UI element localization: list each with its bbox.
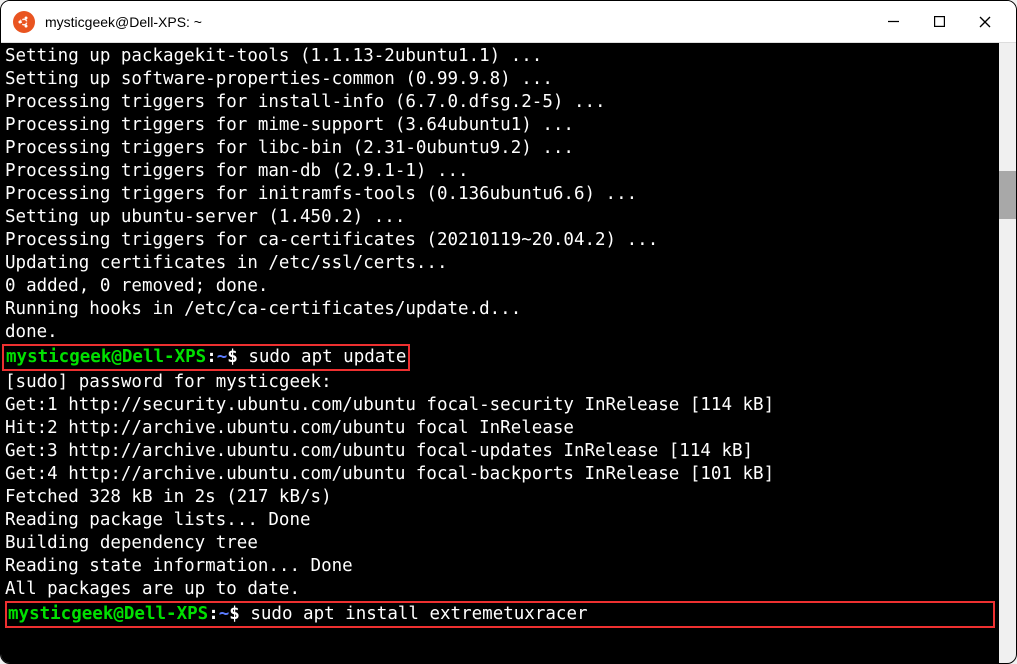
window-controls xyxy=(870,6,1008,38)
terminal-body[interactable]: Setting up packagekit-tools (1.1.13-2ubu… xyxy=(1,43,1016,663)
output-line: Processing triggers for libc-bin (2.31-0… xyxy=(5,137,995,160)
output-line: Fetched 328 kB in 2s (217 kB/s) xyxy=(5,486,995,509)
output-line: Get:1 http://security.ubuntu.com/ubuntu … xyxy=(5,394,995,417)
output-line: Get:3 http://archive.ubuntu.com/ubuntu f… xyxy=(5,440,995,463)
highlight-cmd-install: mysticgeek@Dell-XPS:~$ sudo apt install … xyxy=(5,601,995,628)
prompt-path: ~ xyxy=(219,604,230,624)
output-line: Hit:2 http://archive.ubuntu.com/ubuntu f… xyxy=(5,417,995,440)
output-line: Setting up packagekit-tools (1.1.13-2ubu… xyxy=(5,45,995,68)
output-line: Processing triggers for install-info (6.… xyxy=(5,91,995,114)
window-title: mysticgeek@Dell-XPS: ~ xyxy=(45,14,870,30)
output-line: done. xyxy=(5,321,995,344)
maximize-button[interactable] xyxy=(916,6,962,38)
output-line: Processing triggers for ca-certificates … xyxy=(5,229,995,252)
output-line: Setting up software-properties-common (0… xyxy=(5,68,995,91)
output-line: Running hooks in /etc/ca-certificates/up… xyxy=(5,298,995,321)
scrollbar-thumb[interactable] xyxy=(999,171,1016,219)
output-line: [sudo] password for mysticgeek: xyxy=(5,371,995,394)
prompt-line-1: mysticgeek@Dell-XPS:~$ sudo apt update xyxy=(5,344,995,371)
output-line: Updating certificates in /etc/ssl/certs.… xyxy=(5,252,995,275)
command-install: sudo apt install extremetuxracer xyxy=(240,604,588,624)
prompt-sigil: $ xyxy=(227,347,238,367)
output-line: Building dependency tree xyxy=(5,532,995,555)
terminal-window: mysticgeek@Dell-XPS: ~ Setting up packag… xyxy=(0,0,1017,664)
output-line: 0 added, 0 removed; done. xyxy=(5,275,995,298)
prompt-sep: : xyxy=(208,604,219,624)
highlight-cmd-update: mysticgeek@Dell-XPS:~$ sudo apt update xyxy=(2,344,410,371)
output-line: Processing triggers for man-db (2.9.1-1)… xyxy=(5,160,995,183)
prompt-userhost: mysticgeek@Dell-XPS xyxy=(6,347,206,367)
prompt-sigil: $ xyxy=(229,604,240,624)
prompt-userhost: mysticgeek@Dell-XPS xyxy=(8,604,208,624)
output-line: Setting up ubuntu-server (1.450.2) ... xyxy=(5,206,995,229)
scrollbar-track[interactable] xyxy=(999,43,1016,663)
terminal-output[interactable]: Setting up packagekit-tools (1.1.13-2ubu… xyxy=(1,43,999,663)
prompt-sep: : xyxy=(206,347,217,367)
ubuntu-icon xyxy=(13,11,35,33)
minimize-button[interactable] xyxy=(870,6,916,38)
output-line: Processing triggers for initramfs-tools … xyxy=(5,183,995,206)
output-line: Reading state information... Done xyxy=(5,555,995,578)
output-line: Processing triggers for mime-support (3.… xyxy=(5,114,995,137)
prompt-path: ~ xyxy=(217,347,228,367)
command-update: sudo apt update xyxy=(238,347,407,367)
output-line: Get:4 http://archive.ubuntu.com/ubuntu f… xyxy=(5,463,995,486)
output-line: All packages are up to date. xyxy=(5,578,995,601)
close-button[interactable] xyxy=(962,6,1008,38)
titlebar[interactable]: mysticgeek@Dell-XPS: ~ xyxy=(1,1,1016,43)
output-line: Reading package lists... Done xyxy=(5,509,995,532)
